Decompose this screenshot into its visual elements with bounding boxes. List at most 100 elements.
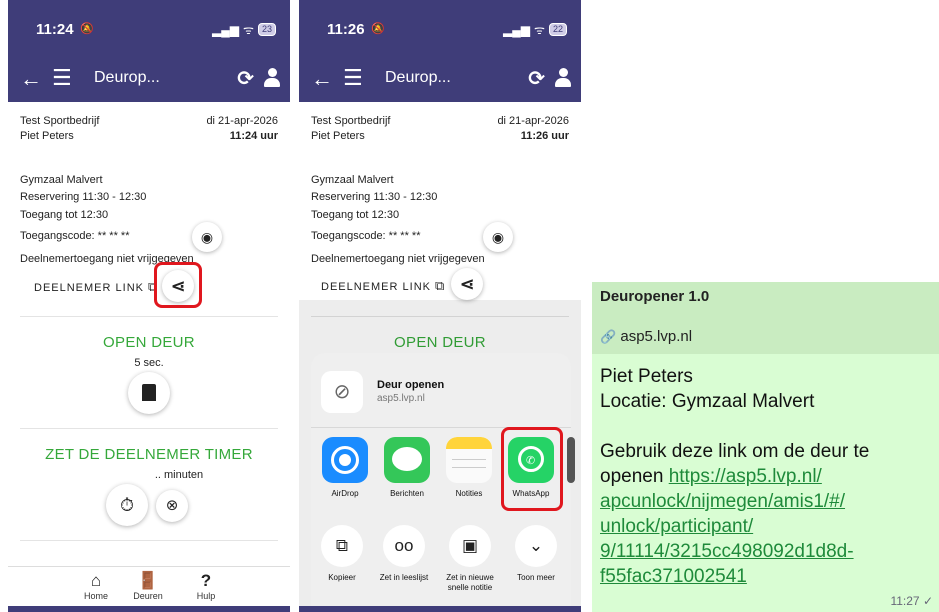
nav-home-label: Home (83, 591, 108, 601)
chevron-down-icon: ⌄ (515, 525, 557, 567)
share-app-label: AirDrop (331, 489, 359, 498)
access-code-text: Toegangscode: ** ** ** (20, 230, 130, 242)
quick-note-icon: ▣ (449, 525, 491, 567)
share-app-label: Berichten (390, 489, 424, 498)
date-text: di 21-apr-2026 (206, 115, 278, 127)
highlight-box (501, 427, 563, 511)
person-name: Piet Peters (20, 130, 74, 142)
participant-access-text: Deelnemertoegang niet vrijgegeven (311, 253, 485, 265)
status-bar: 11:26 🔕 ▂▄▆ ᯤ 22 (299, 0, 581, 56)
message-text: Piet Peters Locatie: Gymzaal Malvert Geb… (600, 364, 935, 589)
timer-minutes-text: .. minuten (154, 469, 204, 481)
compass-icon: ⊘ (321, 371, 363, 413)
close-circle-icon: ⊗ (165, 497, 179, 514)
stopwatch-button[interactable]: ⏱ (106, 484, 148, 526)
stopwatch-icon: ⏱ (119, 495, 135, 515)
battery-icon: 23 (257, 23, 276, 36)
message-time: 11:27 (890, 594, 920, 608)
page-title: Deurop... (385, 69, 451, 86)
share-icon[interactable]: ⋖ (451, 268, 483, 300)
share-action-reading-list[interactable]: oo Zet in leeslijst (377, 525, 431, 583)
message-line-open: openen (600, 466, 669, 487)
location-text: Gymzaal Malvert (20, 174, 103, 186)
unlock-url-link-1[interactable]: https://asp5.lvp.nl/ (669, 466, 822, 487)
link-preview-title: Deuropener 1.0 (600, 288, 710, 305)
notes-icon (446, 437, 492, 483)
share-title: Deur openen (377, 379, 445, 391)
nav-doors[interactable]: 🚪 Deuren (118, 571, 178, 601)
link-preview[interactable]: Deuropener 1.0 🔗 asp5.lvp.nl (592, 282, 939, 354)
bell-icon: 🔕 (80, 23, 94, 35)
clock-text: 11:24 uur (229, 130, 278, 142)
share-action-quick-note[interactable]: ▣ Zet in nieuwe snelle notitie (443, 525, 497, 593)
unlock-url-link-5[interactable]: f55fac371002541 (600, 566, 747, 587)
company-name: Test Sportbedrijf (20, 115, 100, 127)
reservation-text: Reservering 11:30 - 12:30 (311, 191, 438, 203)
reservation-text: Reservering 11:30 - 12:30 (20, 191, 147, 203)
share-app-label: Notities (455, 489, 483, 498)
clear-timer-button[interactable]: ⊗ (156, 490, 188, 522)
share-app-notes[interactable]: Notities (445, 437, 493, 498)
open-door-title: OPEN DEUR (103, 334, 195, 351)
home-icon: ⌂ (90, 571, 102, 590)
share-action-copy[interactable]: ⧉ Kopieer (315, 525, 369, 583)
participant-link-button[interactable]: DEELNEMER LINK ⧉ (34, 279, 158, 295)
hamburger-menu-icon[interactable]: ☰ (52, 65, 72, 91)
airdrop-icon (322, 437, 368, 483)
company-name: Test Sportbedrijf (311, 115, 391, 127)
app-bar: ← ☰ Deurop... ⟳ (8, 56, 290, 102)
share-app-messages[interactable]: Berichten (383, 437, 431, 498)
copy-icon: ⧉ (321, 525, 363, 567)
back-arrow-icon[interactable]: ← (311, 66, 333, 92)
timer-title: ZET DE DEELNEMER TIMER (45, 446, 253, 463)
phone-screen-2: 11:26 🔕 ▂▄▆ ᯤ 22 ← ☰ Deurop... ⟳ Test Sp… (299, 0, 581, 612)
refresh-icon[interactable]: ⟳ (528, 66, 545, 91)
hamburger-menu-icon[interactable]: ☰ (343, 65, 363, 91)
message-line-location: Locatie: Gymzaal Malvert (600, 391, 815, 412)
access-code-text: Toegangscode: ** ** ** (311, 230, 421, 242)
share-subtitle: asp5.lvp.nl (377, 393, 425, 404)
participant-link-button[interactable]: DEELNEMER LINK ⧉ (321, 278, 445, 294)
help-icon: ? (200, 571, 212, 590)
participant-link-label: DEELNEMER LINK (321, 281, 431, 293)
nav-help[interactable]: ? Hulp (176, 571, 236, 601)
person-name: Piet Peters (311, 130, 365, 142)
share-action-more[interactable]: ⌄ Toon meer (509, 525, 563, 583)
user-icon[interactable] (555, 68, 571, 88)
date-text: di 21-apr-2026 (497, 115, 569, 127)
nav-home[interactable]: ⌂ Home (66, 571, 126, 601)
external-link-icon: ⧉ (435, 278, 446, 293)
status-icons: ▂▄▆ ᯤ 23 (212, 21, 276, 38)
eye-icon[interactable]: ◉ (483, 222, 513, 252)
access-until-text: Toegang tot 12:30 (20, 209, 109, 221)
status-icons: ▂▄▆ ᯤ 22 (503, 21, 567, 38)
unlock-url-link-3[interactable]: unlock/participant/ (600, 516, 753, 537)
share-action-label: Zet in leeslijst (379, 573, 429, 582)
open-door-button[interactable] (128, 372, 170, 414)
divider (20, 428, 278, 429)
status-time: 11:26 (327, 21, 365, 38)
unlock-url-link-2[interactable]: apcunlock/nijmegen/amis1/#/ (600, 491, 845, 512)
clock-text: 11:26 uur (520, 130, 569, 142)
bottom-bar (8, 606, 290, 612)
app-bar: ← ☰ Deurop... ⟳ (299, 56, 581, 102)
back-arrow-icon[interactable]: ← (20, 66, 42, 92)
nav-help-label: Hulp (196, 591, 216, 601)
link-icon: 🔗 (600, 329, 617, 344)
bottom-bar (299, 606, 581, 612)
refresh-icon[interactable]: ⟳ (237, 66, 254, 91)
eye-icon[interactable]: ◉ (192, 222, 222, 252)
share-sheet: ⊘ Deur openen asp5.lvp.nl AirDrop Berich… (311, 353, 575, 612)
message-line-instruction: Gebruik deze link om de deur te (600, 441, 870, 462)
share-app-airdrop[interactable]: AirDrop (321, 437, 369, 498)
participant-link-label: DEELNEMER LINK (34, 282, 144, 294)
read-check-icon: ✓ (922, 594, 933, 608)
share-action-label: Zet in nieuwe snelle notitie (446, 573, 494, 592)
bell-icon: 🔕 (371, 23, 385, 35)
signal-icon: ▂▄▆ (503, 22, 531, 37)
message-meta: 11:27 ✓ (890, 594, 933, 608)
unlock-url-link-4[interactable]: 9/11114/3215cc498092d1d8d- (600, 541, 854, 562)
whatsapp-message-bubble[interactable]: Deuropener 1.0 🔗 asp5.lvp.nl Piet Peters… (592, 282, 939, 612)
door-icon: 🚪 (137, 571, 159, 590)
user-icon[interactable] (264, 68, 280, 88)
